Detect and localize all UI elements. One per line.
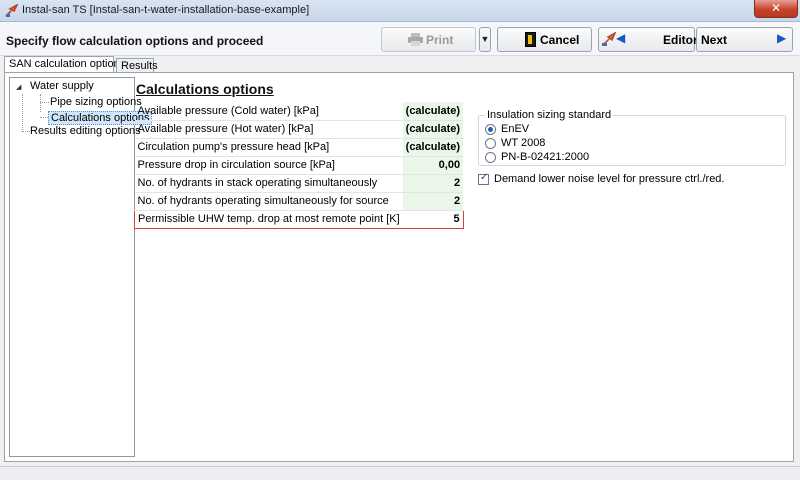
tree-connector — [22, 131, 30, 132]
next-button[interactable]: Next ▶ — [696, 27, 793, 52]
chevron-down-icon: ▼ — [480, 34, 490, 44]
checkbox-label: Demand lower noise level for pressure ct… — [494, 173, 725, 185]
options-grid: Available pressure (Cold water) [kPa] (c… — [133, 102, 464, 229]
arrow-left-icon: ◀ — [616, 31, 626, 45]
status-bar — [0, 466, 800, 480]
row-value-field[interactable]: (calculate) — [402, 102, 464, 121]
row-value-field[interactable]: 0,00 — [402, 156, 464, 175]
page-heading: Specify flow calculation options and pro… — [6, 34, 264, 48]
title-bar: Instal-san TS [Instal-san-t-water-instal… — [0, 0, 800, 22]
insulation-legend: Insulation sizing standard — [485, 109, 614, 121]
close-button[interactable]: ✕ — [754, 0, 798, 18]
app-icon — [5, 4, 19, 17]
radio-label: EnEV — [501, 123, 530, 135]
section-title: Calculations options — [136, 81, 274, 97]
row-label: No. of hydrants in stack operating simul… — [134, 174, 403, 193]
row-label: Available pressure (Hot water) [kPa] — [134, 120, 403, 139]
arrow-right-icon: ▶ — [777, 31, 787, 45]
radio-button[interactable] — [485, 138, 496, 149]
editor-tool-icon — [602, 32, 616, 46]
tree-connector — [40, 102, 49, 103]
editor-label: Editor — [663, 33, 698, 47]
row-label: Permissible UHW temp. drop at most remot… — [133, 209, 403, 229]
row-label: Available pressure (Cold water) [kPa] — [134, 102, 403, 121]
table-row[interactable]: No. of hydrants in stack operating simul… — [134, 174, 464, 193]
row-value-field[interactable]: (calculate) — [402, 120, 464, 139]
print-label: Print — [426, 33, 454, 47]
cancel-label: Cancel — [540, 33, 580, 47]
row-value-field[interactable]: 2 — [402, 174, 464, 193]
radio-button[interactable] — [485, 152, 496, 163]
noise-level-checkbox[interactable] — [478, 172, 489, 185]
table-row[interactable]: Pressure drop in circulation source [kPa… — [134, 156, 464, 175]
tree-connector — [40, 94, 41, 112]
tree-connector — [22, 94, 23, 132]
table-row[interactable]: Available pressure (Hot water) [kPa] (ca… — [134, 120, 464, 139]
row-value-field[interactable]: 2 — [402, 192, 464, 211]
table-row[interactable]: Available pressure (Cold water) [kPa] (c… — [134, 102, 464, 121]
tree-item-results-editing-options[interactable]: Results editing options — [30, 125, 141, 137]
main-panel: ◢ Water supply Pipe sizing options Calcu… — [4, 72, 794, 462]
row-label: Pressure drop in circulation source [kPa… — [134, 156, 403, 175]
table-row[interactable]: No. of hydrants operating simultaneously… — [134, 192, 464, 211]
expand-triangle-icon[interactable]: ◢ — [16, 83, 21, 91]
row-value-field[interactable]: 5 — [402, 209, 464, 229]
table-row-selected[interactable]: Permissible UHW temp. drop at most remot… — [133, 209, 464, 229]
tree-connector — [40, 117, 48, 118]
radio-label: PN-B-02421:2000 — [501, 151, 590, 163]
next-label: Next — [701, 33, 728, 47]
options-tree: ◢ Water supply Pipe sizing options Calcu… — [9, 77, 153, 457]
insulation-group: Insulation sizing standard EnEV WT 2008 … — [478, 109, 786, 166]
tab-san-calculation-options[interactable]: SAN calculation options — [4, 56, 125, 73]
tree-item-water-supply[interactable]: Water supply — [30, 80, 94, 92]
radio-button[interactable] — [485, 124, 496, 135]
exit-door-icon — [525, 32, 536, 47]
cancel-button[interactable]: Cancel — [497, 27, 592, 52]
tree-item-pipe-sizing-options[interactable]: Pipe sizing options — [50, 96, 142, 108]
editor-button[interactable]: ◀ Editor — [598, 27, 698, 52]
print-button[interactable]: Print — [381, 27, 476, 52]
row-label: No. of hydrants operating simultaneously… — [134, 192, 403, 211]
print-options-dropdown[interactable]: ▼ — [479, 27, 491, 52]
table-row[interactable]: Circulation pump's pressure head [kPa] (… — [134, 138, 464, 157]
row-value-field[interactable]: (calculate) — [402, 138, 464, 157]
row-label: Circulation pump's pressure head [kPa] — [134, 138, 403, 157]
radio-label: WT 2008 — [501, 137, 546, 149]
window-title: Instal-san TS [Instal-san-t-water-instal… — [22, 4, 310, 16]
header-bar: Specify flow calculation options and pro… — [0, 22, 800, 56]
printer-icon — [408, 33, 423, 46]
